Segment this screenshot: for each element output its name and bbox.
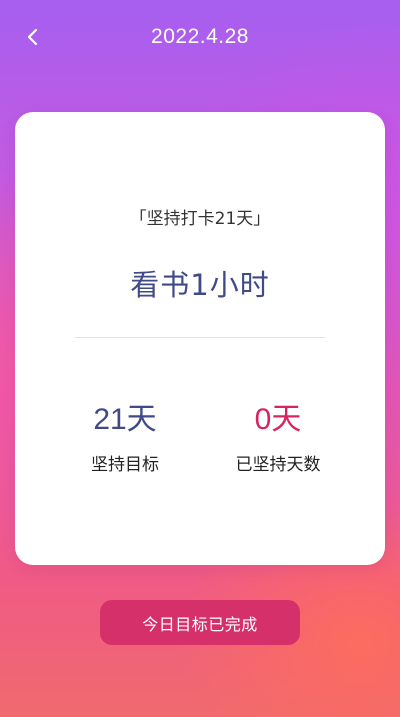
streak-label: 已坚持天数 — [235, 455, 321, 475]
divider — [75, 337, 325, 338]
target-stat: 21天 坚持目标 — [50, 402, 200, 475]
goal-complete-button[interactable]: 今日目标已完成 — [100, 600, 300, 645]
task-title: 看书1小时 — [130, 268, 270, 302]
challenge-name: 「坚持打卡21天」 — [129, 209, 271, 229]
streak-stat: 0天 已坚持天数 — [203, 402, 353, 475]
target-label: 坚持目标 — [91, 455, 159, 475]
page-title: 2022.4.28 — [151, 25, 249, 48]
target-value: 21天 — [93, 403, 157, 436]
top-bar: 2022.4.28 — [0, 0, 400, 76]
checkin-card: 「坚持打卡21天」 看书1小时 21天 坚持目标 0天 已坚持天数 — [15, 112, 385, 565]
streak-value: 0天 — [254, 403, 302, 436]
